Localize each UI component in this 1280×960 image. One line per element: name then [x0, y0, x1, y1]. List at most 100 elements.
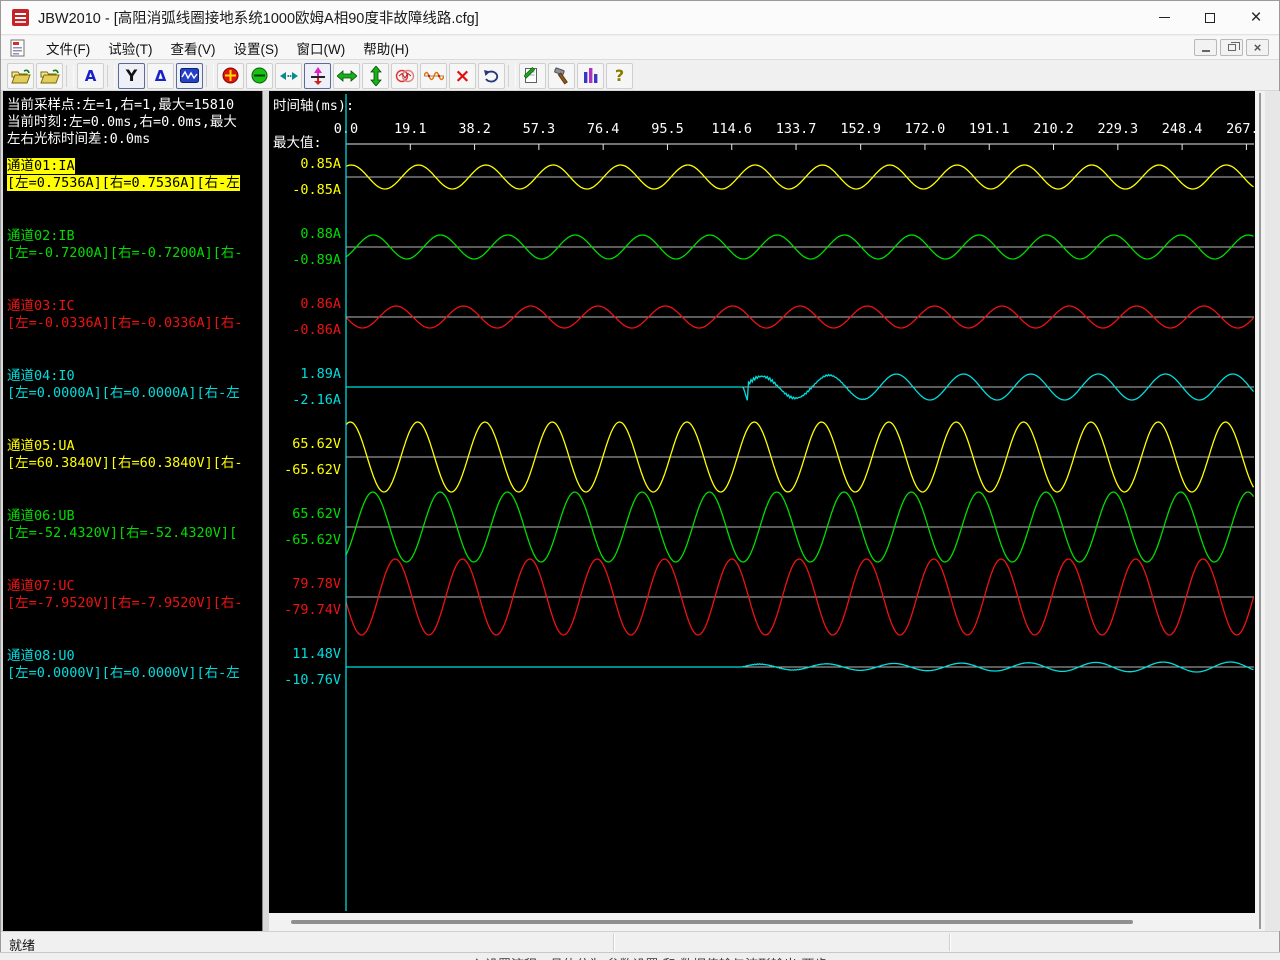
expand-horizontal-button[interactable] — [333, 63, 360, 89]
channel-item-1[interactable]: 通道01:IA[左=0.7536A][右=0.7536A][右-左 — [7, 158, 263, 192]
toolbar: A YΔ ×? — [1, 61, 1279, 91]
channel-info-panel: 当前采样点:左=1,右=1,最大=15810 当前时刻:左=0.0ms,右=0.… — [3, 91, 263, 931]
waveform-icon — [180, 68, 199, 83]
folder-open-icon — [40, 68, 60, 84]
max-label-UA: 65.62V — [292, 436, 341, 452]
x-tick-label: 172.0 — [905, 121, 946, 137]
document-icon — [9, 39, 27, 57]
toolbar-separator — [66, 65, 74, 87]
minimize-icon — [1159, 17, 1170, 19]
max-label-IB: 0.88A — [300, 226, 341, 242]
channel-cursor-values: [左=0.0000A][右=0.0000A][右-左 — [7, 385, 240, 401]
question-mark-icon: ? — [615, 66, 624, 85]
zoom-in-button[interactable] — [217, 63, 244, 89]
undo-button[interactable] — [478, 63, 505, 89]
mdi-minimize-button[interactable] — [1194, 39, 1217, 56]
vertical-scrollbar[interactable] — [1255, 91, 1265, 931]
sine-wave-icon — [424, 69, 444, 83]
min-label-IB: -0.89A — [292, 252, 341, 268]
background-window-sliver: 入设置流程，具体分为“参数设置”和“数据传输与波形输出”两步 — [0, 952, 1280, 960]
wye-icon: Y — [126, 66, 138, 85]
channel-label: 通道04:I0 — [7, 368, 75, 384]
channel-cursor-values: [左=-0.0336A][右=-0.0336A][右- — [7, 315, 243, 331]
channel-item-7[interactable]: 通道07:UC[左=-7.9520V][右=-7.9520V][右- — [7, 578, 263, 612]
open-file-2-button[interactable] — [36, 63, 63, 89]
waveform-panel: 时间轴(ms): 最大值: 0.019.138.257.376.495.5114… — [269, 91, 1255, 913]
channel-label: 通道01:IA — [7, 158, 75, 174]
edit-parameters-button[interactable] — [519, 63, 546, 89]
overlap-waveforms-button[interactable] — [391, 63, 418, 89]
channel-item-2[interactable]: 通道02:IB[左=-0.7200A][右=-0.7200A][右- — [7, 228, 263, 262]
delta-icon: Δ — [155, 67, 167, 85]
compress-horizontal-button[interactable] — [275, 63, 302, 89]
max-label-UC: 79.78V — [292, 576, 341, 592]
x-tick-label: 133.7 — [776, 121, 817, 137]
hammer-icon — [553, 67, 571, 85]
maximize-button[interactable] — [1187, 1, 1233, 34]
sine-wave-button[interactable] — [420, 63, 447, 89]
background-window-text: 入设置流程，具体分为“参数设置”和“数据传输与波形输出”两步 — [472, 954, 827, 960]
channel-item-6[interactable]: 通道06:UB[左=-52.4320V][右=-52.4320V][ — [7, 508, 263, 542]
min-label-UA: -65.62V — [284, 462, 341, 478]
window-frame-right — [1265, 91, 1280, 931]
menu-help[interactable]: 帮助(H) — [354, 36, 418, 60]
help-button[interactable]: ? — [606, 63, 633, 89]
min-label-I0: -2.16A — [292, 392, 341, 408]
channel-item-4[interactable]: 通道04:I0[左=0.0000A][右=0.0000A][右-左 — [7, 368, 263, 402]
menu-window[interactable]: 窗口(W) — [288, 36, 355, 60]
min-label-UB: -65.62V — [284, 532, 341, 548]
time-cursor-button[interactable] — [304, 63, 331, 89]
status-bar: 就绪 — [1, 931, 1279, 953]
window-title: JBW2010 - [高阻消弧线圈接地系统1000欧姆A相90度非故障线路.cf… — [38, 7, 479, 28]
x-tick-label: 114.6 — [711, 121, 752, 137]
delta-connection-button[interactable]: Δ — [147, 63, 174, 89]
x-tick-label: 267.5 — [1226, 121, 1255, 137]
vertical-scrollbar-track — [1259, 93, 1261, 929]
red-circle-plus-icon — [222, 67, 239, 84]
waveform-chart[interactable]: 0.019.138.257.376.495.5114.6133.7152.917… — [269, 91, 1255, 913]
close-button[interactable]: × — [1233, 1, 1279, 34]
minimize-button[interactable] — [1141, 1, 1187, 34]
menu-view[interactable]: 查看(V) — [162, 36, 225, 60]
zoom-out-button[interactable] — [246, 63, 273, 89]
tools-button[interactable] — [548, 63, 575, 89]
wye-connection-button[interactable]: Y — [118, 63, 145, 89]
channel-cursor-values: [左=0.7536A][右=0.7536A][右-左 — [7, 175, 240, 191]
status-separator — [613, 934, 615, 951]
delete-button[interactable]: × — [449, 63, 476, 89]
x-tick-label: 229.3 — [1098, 121, 1139, 137]
close-icon: × — [1250, 8, 1261, 27]
channel-label: 通道03:IC — [7, 298, 75, 314]
green-arrow-horizontal-icon — [337, 70, 357, 82]
channel-cursor-values: [左=60.3840V][右=60.3840V][右- — [7, 455, 243, 471]
menu-file[interactable]: 文件(F) — [37, 36, 99, 60]
channel-cursor-values: [左=-0.7200A][右=-0.7200A][右- — [7, 245, 243, 261]
channel-label: 通道05:UA — [7, 438, 75, 454]
channel-item-5[interactable]: 通道05:UA[左=60.3840V][右=60.3840V][右- — [7, 438, 263, 472]
channel-cursor-values: [左=-7.9520V][右=-7.9520V][右- — [7, 595, 243, 611]
channel-cursor-values: [左=0.0000V][右=0.0000V][右-左 — [7, 665, 240, 681]
bar-chart-icon — [583, 67, 599, 84]
mdi-restore-button[interactable] — [1220, 39, 1243, 56]
waveform-window-button[interactable] — [176, 63, 203, 89]
phase-a-button[interactable]: A — [77, 63, 104, 89]
statistics-button[interactable] — [577, 63, 604, 89]
min-label-UC: -79.74V — [284, 602, 341, 618]
menu-settings[interactable]: 设置(S) — [225, 36, 288, 60]
channel-item-3[interactable]: 通道03:IC[左=-0.0336A][右=-0.0336A][右- — [7, 298, 263, 332]
expand-vertical-button[interactable] — [362, 63, 389, 89]
folder-open-icon — [11, 68, 31, 84]
channel-label: 通道06:UB — [7, 508, 75, 524]
max-label-U0: 11.48V — [292, 646, 341, 662]
horizontal-scrollbar[interactable] — [269, 913, 1255, 931]
letter-a-icon: A — [85, 67, 97, 85]
mdi-close-button[interactable]: × — [1246, 39, 1269, 56]
menu-test[interactable]: 试验(T) — [99, 36, 161, 60]
channel-label: 通道07:UC — [7, 578, 75, 594]
x-tick-label: 38.2 — [458, 121, 491, 137]
x-tick-label: 248.4 — [1162, 121, 1203, 137]
channel-item-8[interactable]: 通道08:U0[左=0.0000V][右=0.0000V][右-左 — [7, 648, 263, 682]
open-file-button[interactable] — [7, 63, 34, 89]
green-arrow-vertical-icon — [370, 66, 382, 86]
horizontal-scrollbar-thumb[interactable] — [291, 920, 1133, 924]
